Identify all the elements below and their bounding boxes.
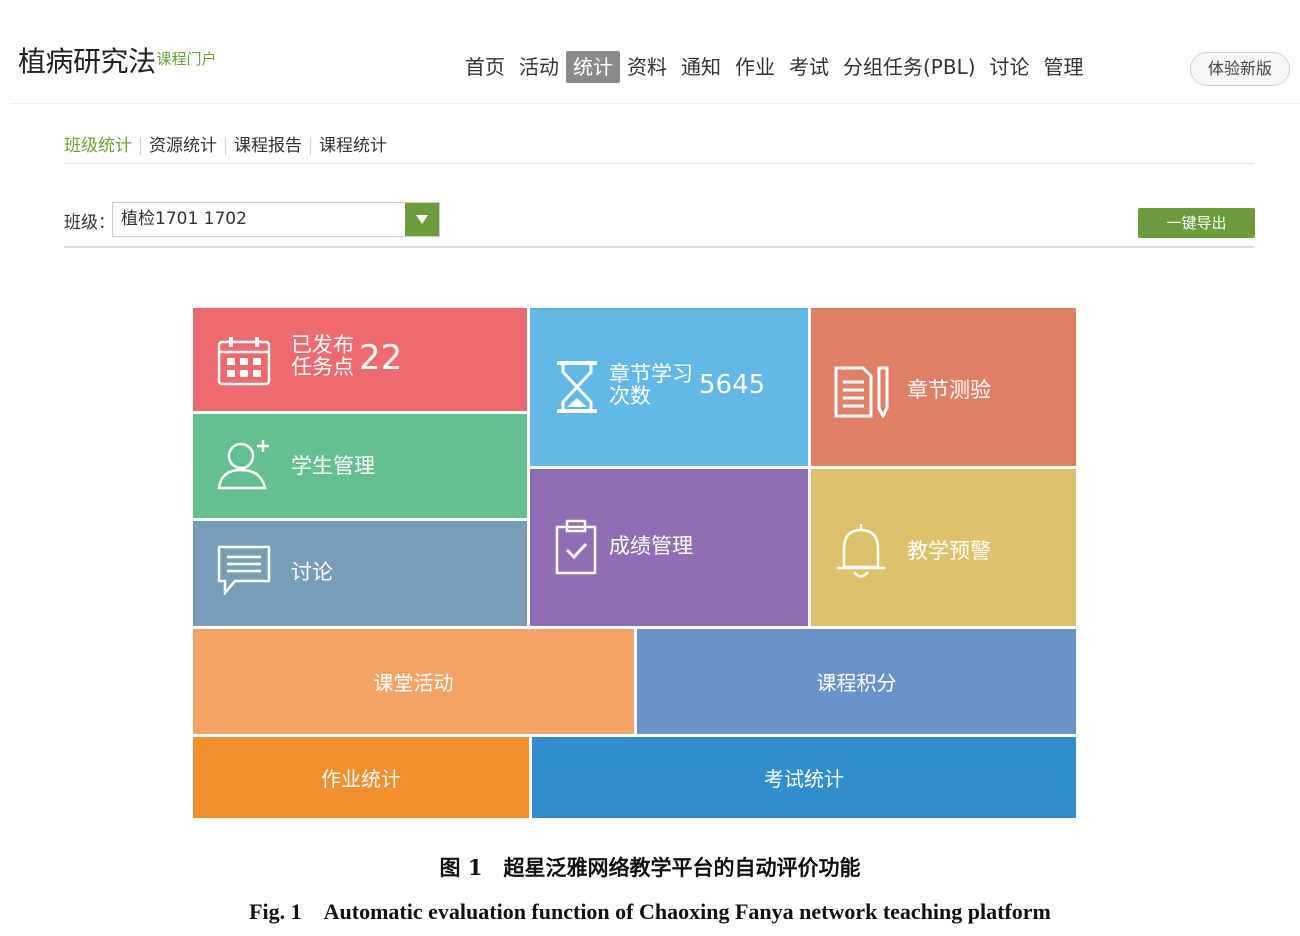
tile-student-management-label: 学生管理: [291, 454, 375, 478]
class-select[interactable]: 植检1701 1702: [112, 202, 440, 237]
one-click-export-button[interactable]: 一键导出: [1138, 208, 1255, 238]
clipboard-check-icon: [555, 519, 597, 575]
nav-discussion[interactable]: 讨论: [983, 51, 1037, 83]
tile-course-points-label: 课程积分: [816, 671, 897, 695]
nav-home[interactable]: 首页: [458, 51, 512, 83]
tile-exam-stats[interactable]: 考试统计: [532, 737, 1076, 818]
dropdown-arrow-icon[interactable]: [405, 203, 439, 236]
tile-grade-management-label: 成绩管理: [609, 534, 693, 558]
class-label: 班级：: [64, 213, 115, 233]
nav-activity[interactable]: 活动: [512, 51, 566, 83]
tile-homework-stats[interactable]: 作业统计: [193, 737, 529, 818]
tile-discussion-label: 讨论: [291, 560, 333, 584]
nav-exam[interactable]: 考试: [782, 51, 836, 83]
tile-published-tasks-value: 22: [359, 338, 403, 378]
chat-icon: [217, 545, 271, 595]
nav-homework[interactable]: 作业: [728, 51, 782, 83]
toolbar-divider: [64, 246, 1254, 248]
figure-caption-english: Fig. 1 Automatic evaluation function of …: [249, 899, 1051, 924]
nav-notices[interactable]: 通知: [674, 51, 728, 83]
figure-caption-chinese: 图 1 超星泛雅网络教学平台的自动评价功能: [439, 855, 861, 880]
tile-teaching-alert[interactable]: 教学预警: [811, 469, 1076, 626]
tile-class-activity-label: 课堂活动: [373, 671, 454, 695]
tile-chapter-study[interactable]: 章节学习次数 5645: [530, 308, 808, 466]
tile-homework-stats-label: 作业统计: [321, 767, 401, 791]
course-title[interactable]: 植病研究法课程门户: [18, 40, 217, 80]
try-new-version-button[interactable]: 体验新版: [1190, 52, 1290, 86]
course-title-text: 植病研究法: [18, 45, 156, 78]
header-divider: [10, 103, 1300, 104]
calendar-icon: [217, 336, 271, 386]
course-portal-link[interactable]: 课程门户: [157, 50, 217, 68]
subtab-resource-stats[interactable]: 资源统计: [141, 134, 225, 158]
hourglass-icon: [555, 360, 599, 414]
subtab-class-stats[interactable]: 班级统计: [64, 134, 140, 158]
nav-materials[interactable]: 资料: [620, 51, 674, 83]
tile-published-tasks[interactable]: 已发布任务点 22: [193, 308, 527, 411]
subtabs-divider: [64, 163, 1254, 164]
class-select-value: 植检1701 1702: [121, 209, 247, 229]
tile-grade-management[interactable]: 成绩管理: [530, 469, 808, 626]
document-pencil-icon: [833, 366, 891, 418]
tile-student-management[interactable]: 学生管理: [193, 414, 527, 518]
tile-exam-stats-label: 考试统计: [764, 767, 844, 791]
tile-chapter-study-value: 5645: [699, 370, 766, 400]
tile-chapter-study-label: 章节学习次数: [609, 362, 693, 408]
bell-icon: [835, 523, 887, 581]
tile-course-points[interactable]: 课程积分: [637, 629, 1076, 734]
tile-discussion[interactable]: 讨论: [193, 521, 527, 626]
nav-group-tasks[interactable]: 分组任务(PBL): [836, 51, 983, 83]
subtab-course-report[interactable]: 课程报告: [226, 134, 310, 158]
stats-subtabs: 班级统计 资源统计 课程报告 课程统计: [64, 134, 395, 158]
main-nav: 首页 活动 统计 资料 通知 作业 考试 分组任务(PBL) 讨论 管理: [458, 50, 1091, 84]
nav-statistics[interactable]: 统计: [566, 51, 620, 83]
tile-chapter-quiz[interactable]: 章节测验: [811, 308, 1076, 466]
tile-chapter-quiz-label: 章节测验: [907, 378, 991, 402]
subtab-course-stats[interactable]: 课程统计: [311, 134, 395, 158]
nav-manage[interactable]: 管理: [1037, 51, 1091, 83]
tile-published-tasks-label: 已发布任务点: [291, 333, 354, 379]
tile-class-activity[interactable]: 课堂活动: [193, 629, 634, 734]
user-add-icon: [217, 438, 273, 490]
tile-teaching-alert-label: 教学预警: [907, 539, 991, 563]
